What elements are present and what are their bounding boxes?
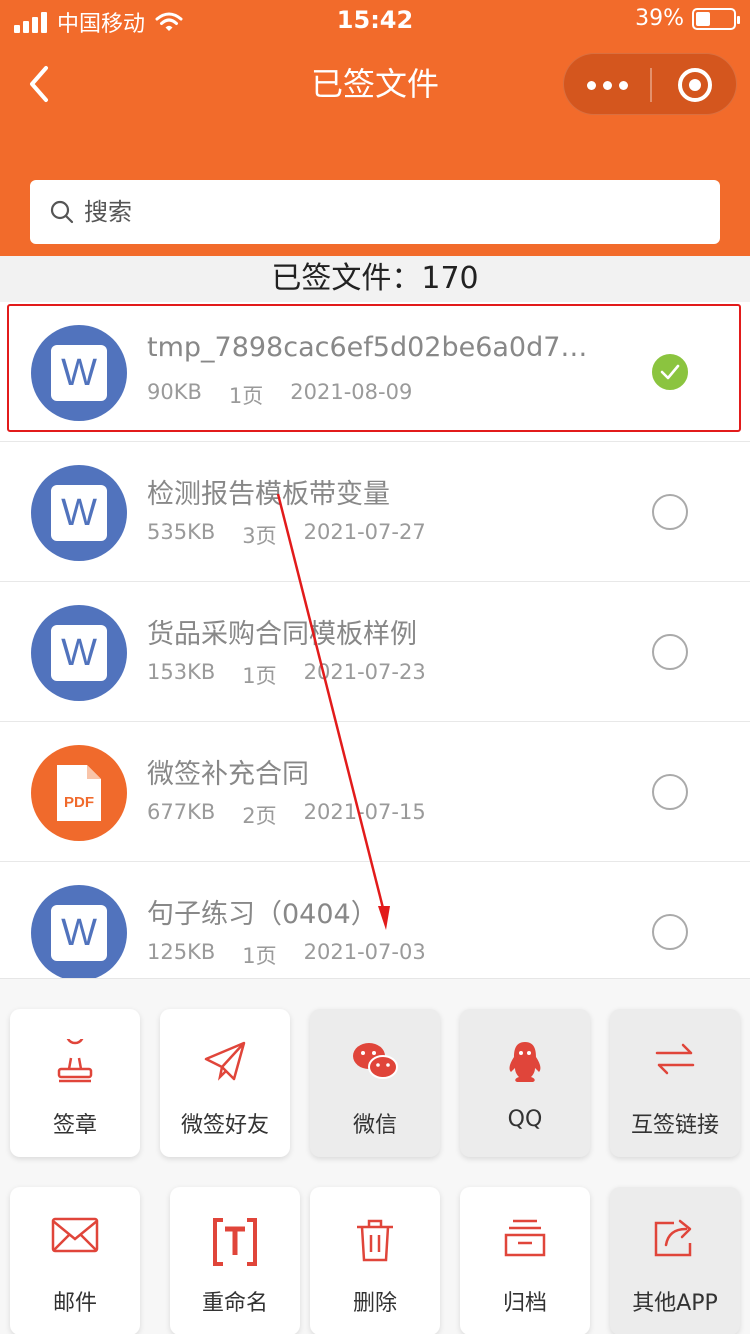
count-value: 170 <box>421 261 479 296</box>
header: 中国移动 15:42 39% 已签文件 <box>0 0 750 256</box>
word-glyph: W <box>51 625 107 681</box>
action-label: 其他APP <box>632 1291 718 1316</box>
more-dots-icon[interactable] <box>564 54 650 116</box>
search-bar[interactable] <box>30 180 720 244</box>
envelope-icon <box>10 1217 140 1263</box>
qq-penguin-icon <box>460 1039 590 1085</box>
word-file-icon: W <box>31 325 127 421</box>
select-radio[interactable] <box>652 914 688 950</box>
status-bar: 中国移动 15:42 39% <box>0 0 750 40</box>
file-date: 2021-07-03 <box>303 940 426 964</box>
target-circle-icon[interactable] <box>652 54 738 116</box>
battery-icon <box>692 7 740 30</box>
signed-file-count: 已签文件：170 <box>0 256 750 302</box>
action-label: 重命名 <box>201 1291 268 1316</box>
checked-circle-icon[interactable] <box>652 354 688 390</box>
word-file-icon: W <box>31 465 127 561</box>
action-share-export-button[interactable]: 其他APP <box>610 1187 740 1334</box>
file-pages: 1页 <box>242 664 277 688</box>
trash-icon <box>310 1217 440 1263</box>
battery-percent: 39% <box>635 6 684 31</box>
status-right: 39% <box>635 6 740 31</box>
action-wechat-button[interactable]: 微信 <box>310 1009 440 1157</box>
rename-text-icon <box>170 1217 300 1266</box>
action-label: 微信 <box>352 1113 397 1138</box>
action-trash-button[interactable]: 删除 <box>310 1187 440 1334</box>
file-size: 535KB <box>147 520 216 544</box>
share-export-icon <box>610 1217 740 1263</box>
action-label: 归档 <box>502 1291 547 1316</box>
action-label: 签章 <box>52 1113 97 1138</box>
file-meta: 535KB 3页 2021-07-27 <box>147 520 453 550</box>
pdf-file-icon: PDF <box>31 745 127 841</box>
word-glyph: W <box>51 485 107 541</box>
count-label: 已签文件： <box>271 261 422 296</box>
file-pages: 2页 <box>242 804 277 828</box>
seal-stamp-icon <box>10 1039 140 1085</box>
action-archive-box-button[interactable]: 归档 <box>460 1187 590 1334</box>
file-name: 句子练习（0404） <box>147 899 378 930</box>
file-date: 2021-08-09 <box>290 380 413 404</box>
file-date: 2021-07-27 <box>303 520 426 544</box>
action-seal-stamp-button[interactable]: 签章 <box>10 1009 140 1157</box>
file-size: 153KB <box>147 660 216 684</box>
battery-fill <box>696 11 711 26</box>
action-rename-text-button[interactable]: 重命名 <box>170 1187 300 1334</box>
file-row[interactable]: W 检测报告模板带变量 535KB 3页 2021-07-27 <box>0 442 750 582</box>
word-file-icon: W <box>31 605 127 701</box>
action-label: 微签好友 <box>180 1113 269 1138</box>
file-date: 2021-07-23 <box>303 660 426 684</box>
file-row[interactable]: PDF 微签补充合同 677KB 2页 2021-07-15 <box>0 722 750 862</box>
file-meta: 90KB 1页 2021-08-09 <box>147 380 439 410</box>
swap-arrows-icon <box>610 1039 740 1085</box>
word-file-icon: W <box>31 885 127 981</box>
file-size: 677KB <box>147 800 216 824</box>
action-label: 互签链接 <box>630 1113 719 1138</box>
file-name: 检测报告模板带变量 <box>147 479 390 510</box>
select-radio[interactable] <box>652 494 688 530</box>
action-envelope-button[interactable]: 邮件 <box>10 1187 140 1334</box>
select-radio[interactable] <box>652 774 688 810</box>
select-radio[interactable] <box>652 634 688 670</box>
action-label: 删除 <box>352 1291 397 1316</box>
archive-box-icon <box>460 1217 590 1263</box>
file-list: Wtmp_7898cac6ef5d02be6a0d7… 90KB 1页 2021-08… <box>0 302 750 1002</box>
file-size: 90KB <box>147 380 202 404</box>
search-input[interactable] <box>84 180 704 244</box>
action-qq-penguin-button[interactable]: QQ <box>460 1009 590 1157</box>
file-meta: 153KB 1页 2021-07-23 <box>147 660 453 690</box>
action-panel: 签章 微签好友 微信 QQ 互签链接邮件 重命名 删除 归档 其他APP <box>0 978 750 1334</box>
wechat-icon <box>310 1039 440 1085</box>
action-swap-arrows-button[interactable]: 互签链接 <box>610 1009 740 1157</box>
mini-program-capsule <box>563 53 737 115</box>
action-label: QQ <box>507 1107 543 1132</box>
file-meta: 125KB 1页 2021-07-03 <box>147 940 453 970</box>
word-glyph: W <box>51 345 107 401</box>
file-name: tmp_7898cac6ef5d02be6a0d7… <box>147 332 588 363</box>
file-name: 货品采购合同模板样例 <box>147 619 417 650</box>
file-pages: 1页 <box>228 384 264 408</box>
paper-plane-icon <box>160 1039 290 1085</box>
action-label: 邮件 <box>52 1291 97 1316</box>
file-meta: 677KB 2页 2021-07-15 <box>147 800 453 830</box>
file-size: 125KB <box>147 940 216 964</box>
action-paper-plane-button[interactable]: 微签好友 <box>160 1009 290 1157</box>
file-pages: 3页 <box>242 524 277 548</box>
file-pages: 1页 <box>242 944 277 968</box>
pdf-label: PDF <box>64 794 94 811</box>
file-date: 2021-07-15 <box>303 800 426 824</box>
file-row[interactable]: Wtmp_7898cac6ef5d02be6a0d7… 90KB 1页 2021-08… <box>0 302 750 442</box>
word-glyph: W <box>51 905 107 961</box>
search-icon <box>50 200 74 224</box>
file-name: 微签补充合同 <box>147 759 309 790</box>
file-row[interactable]: W 货品采购合同模板样例 153KB 1页 2021-07-23 <box>0 582 750 722</box>
